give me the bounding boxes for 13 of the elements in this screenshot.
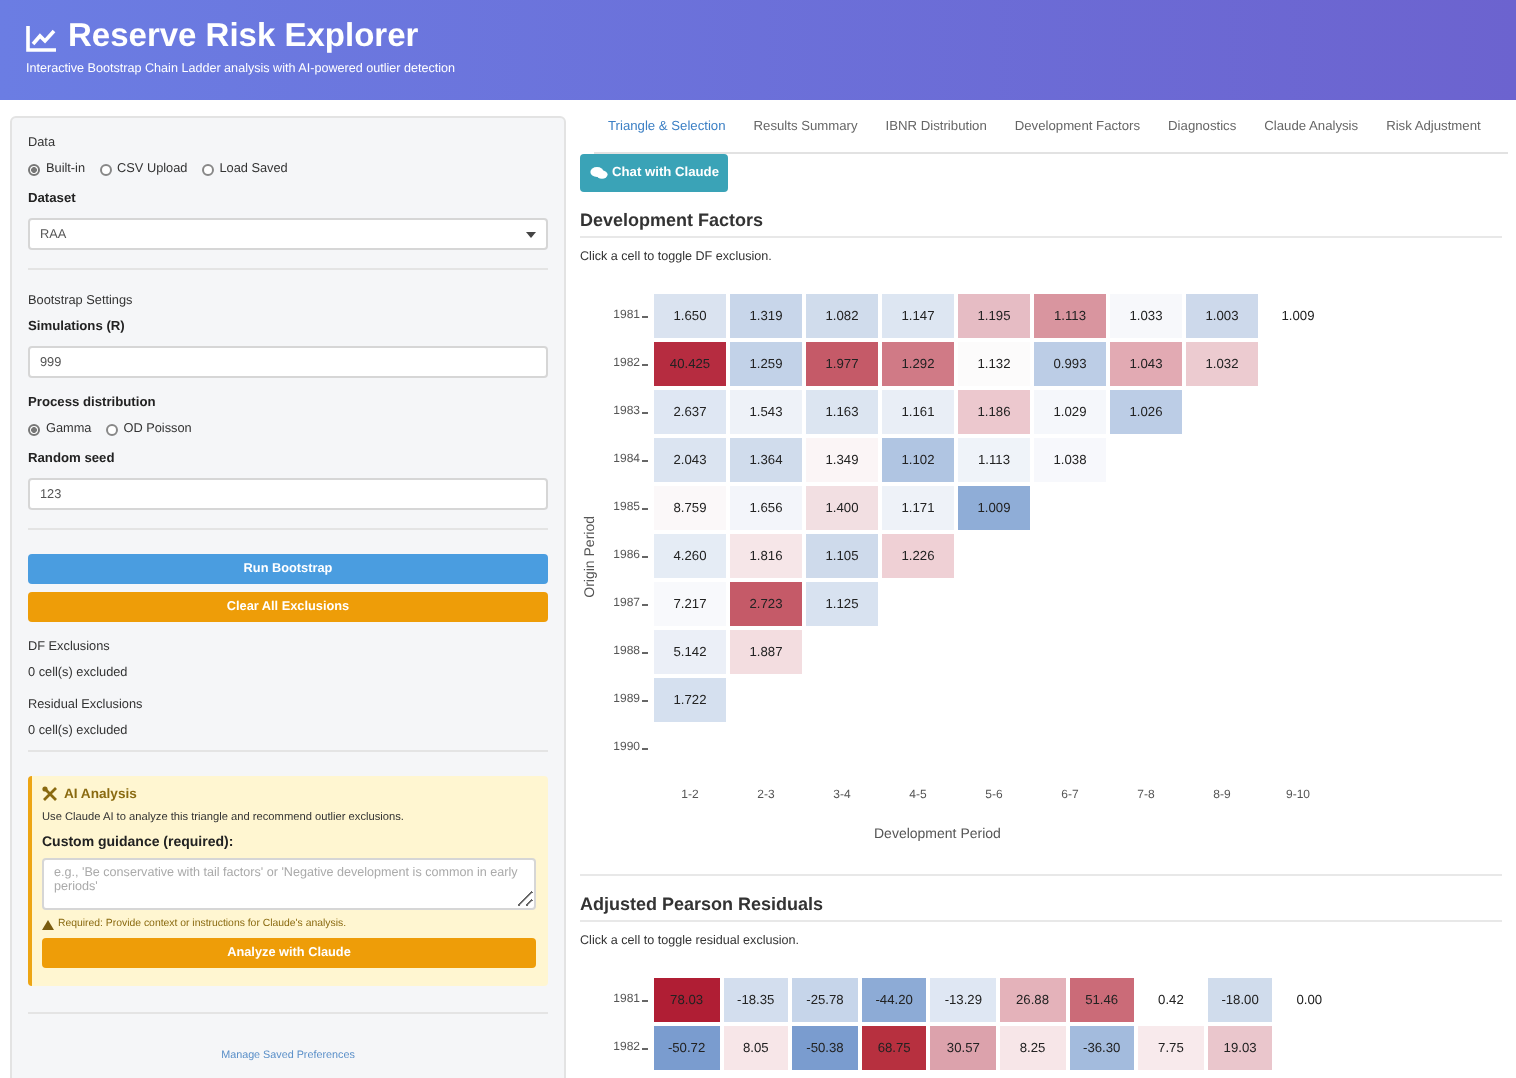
radio-button[interactable] [28, 163, 40, 175]
warning-icon [42, 919, 54, 929]
caret-icon [526, 231, 536, 237]
tools-icon [42, 786, 58, 802]
chat-icon [590, 166, 608, 180]
radio-button[interactable] [99, 163, 112, 175]
radio-button[interactable] [105, 423, 118, 435]
section-title: Adjusted Pearson Residuals [580, 894, 1502, 922]
radio-button[interactable] [28, 423, 40, 435]
app-title: Reserve Risk Explorer [68, 18, 419, 56]
line-chart-icon [26, 23, 58, 51]
section-title: Development Factors [580, 210, 1502, 238]
radio-button[interactable] [201, 163, 214, 175]
